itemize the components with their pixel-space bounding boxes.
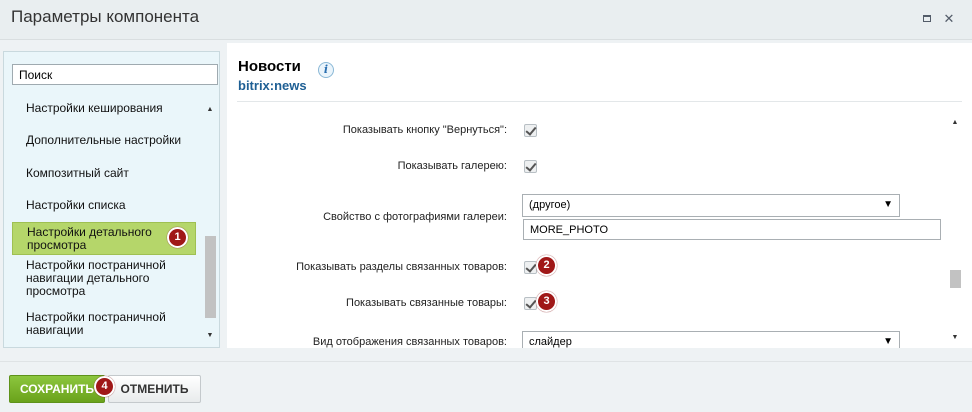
related-sections-checkbox[interactable] xyxy=(524,261,537,274)
step-badge-2: 2 xyxy=(536,255,557,276)
dialog-footer: СОХРАНИТЬ ОТМЕНИТЬ 4 xyxy=(0,361,972,412)
back-button-checkbox[interactable] xyxy=(524,124,537,137)
form-scrollbar[interactable]: ▲ ▼ xyxy=(948,117,962,344)
maximize-icon[interactable] xyxy=(920,12,934,26)
gallery-property-value: (другое) xyxy=(529,199,571,211)
sidebar-scrollbar[interactable]: ▲ ▼ xyxy=(204,100,216,344)
gallery-label: Показывать галерею: xyxy=(397,160,507,172)
sidebar-item-composite[interactable]: Композитный сайт xyxy=(12,167,196,181)
chevron-down-icon: ▼ xyxy=(883,336,893,347)
related-products-checkbox[interactable] xyxy=(524,297,537,310)
sidebar-item-label: Настройки постраничной навигации детальн… xyxy=(26,258,166,298)
step-badge-4: 4 xyxy=(94,376,115,397)
settings-form: Показывать кнопку "Вернуться": Показыват… xyxy=(227,103,949,348)
related-view-value: слайдер xyxy=(529,336,572,348)
related-view-select[interactable]: слайдер ▼ xyxy=(522,331,900,348)
sidebar-item-label: Настройки списка xyxy=(26,198,126,212)
scroll-up-icon[interactable]: ▲ xyxy=(204,104,216,116)
related-products-label: Показывать связанные товары: xyxy=(346,297,507,309)
component-title: Новости xyxy=(238,58,301,75)
sidebar-item-label: Настройки постраничной навигации xyxy=(26,310,166,337)
settings-group-list: Настройки кеширования Дополнительные нас… xyxy=(12,98,196,341)
dialog-title: Параметры компонента xyxy=(11,7,200,26)
sidebar-item-cache[interactable]: Настройки кеширования xyxy=(12,102,196,116)
close-icon[interactable]: ✕ xyxy=(942,12,956,26)
scroll-down-icon[interactable]: ▼ xyxy=(204,330,216,342)
search-input[interactable] xyxy=(12,64,218,85)
sidebar-item-detail-pagination[interactable]: Настройки постраничной навигации детальн… xyxy=(12,259,196,299)
gallery-property-label: Свойство с фотографиями галереи: xyxy=(323,211,507,223)
back-button-label: Показывать кнопку "Вернуться": xyxy=(342,124,507,136)
sidebar-item-pagination[interactable]: Настройки постраничной навигации xyxy=(12,311,196,339)
scroll-up-icon[interactable]: ▲ xyxy=(949,117,961,129)
cancel-button[interactable]: ОТМЕНИТЬ xyxy=(108,375,201,403)
save-button[interactable]: СОХРАНИТЬ xyxy=(9,375,105,403)
sidebar-item-additional[interactable]: Дополнительные настройки xyxy=(12,134,196,148)
gallery-property-custom-input[interactable] xyxy=(523,219,941,240)
sidebar-scroll-thumb[interactable] xyxy=(205,236,216,318)
related-view-label: Вид отображения связанных товаров: xyxy=(312,336,507,348)
header-divider xyxy=(237,101,962,102)
gallery-property-select[interactable]: (другое) ▼ xyxy=(522,194,900,217)
scroll-down-icon[interactable]: ▼ xyxy=(949,332,961,344)
component-settings-panel: Новости i bitrix:news Показывать кнопку … xyxy=(227,43,972,348)
step-badge-1: 1 xyxy=(167,227,188,248)
component-code: bitrix:news xyxy=(238,78,307,93)
sidebar-item-label: Настройки детального просмотра xyxy=(27,225,152,252)
step-badge-3: 3 xyxy=(536,291,557,312)
gallery-checkbox[interactable] xyxy=(524,160,537,173)
dialog-titlebar: Параметры компонента ✕ xyxy=(0,0,972,40)
sidebar-item-label: Настройки кеширования xyxy=(26,101,163,115)
form-scroll-thumb[interactable] xyxy=(950,270,961,288)
related-sections-label: Показывать разделы связанных товаров: xyxy=(296,261,507,273)
sidebar-item-list-settings[interactable]: Настройки списка xyxy=(12,199,196,213)
sidebar-item-label: Дополнительные настройки xyxy=(26,133,182,147)
chevron-down-icon: ▼ xyxy=(883,199,893,210)
sidebar-item-label: Композитный сайт xyxy=(26,166,129,180)
settings-sidebar: Настройки кеширования Дополнительные нас… xyxy=(3,51,220,348)
info-icon[interactable]: i xyxy=(318,62,334,78)
